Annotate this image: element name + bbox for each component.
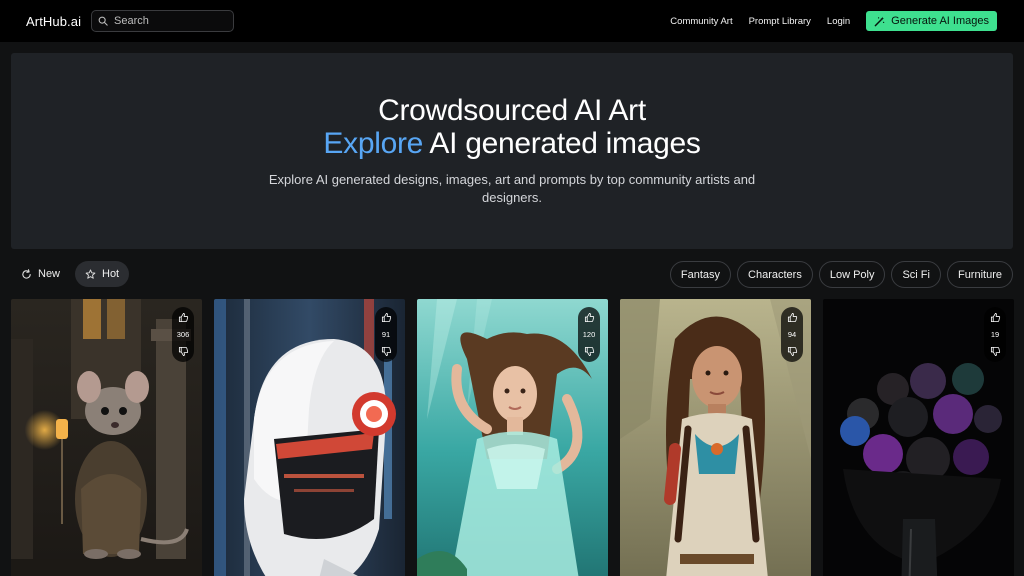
vote-count: 91 [381,330,391,339]
search-box[interactable] [91,10,234,32]
gallery-card[interactable]: 120 [417,299,608,576]
thumbs-up-icon[interactable] [990,312,1001,323]
nav-links: Community Art Prompt Library Login Gener… [670,11,997,31]
hero-title: Crowdsourced AI Art [378,94,646,127]
vote-widget: 91 [375,307,397,362]
thumbs-down-icon[interactable] [381,346,392,357]
top-navbar: ArtHub.ai Community Art Prompt Library L… [0,0,1024,42]
search-icon [98,16,108,26]
hero-banner: Crowdsourced AI Art Explore AI generated… [11,53,1013,249]
magic-wand-icon [874,16,885,26]
generate-ai-images-button[interactable]: Generate AI Images [866,11,997,31]
vote-count: 120 [582,330,596,339]
thumbs-up-icon[interactable] [178,312,189,323]
thumbs-up-icon[interactable] [381,312,392,323]
hero-subtitle: Explore AI generated images [11,127,1013,161]
vote-widget: 306 [172,307,194,362]
thumbs-up-icon[interactable] [787,312,798,323]
hero-subtitle-rest: AI generated images [423,127,701,160]
category-chip-furniture[interactable]: Furniture [946,261,1013,288]
nav-link-prompt-library[interactable]: Prompt Library [749,16,811,27]
search-input[interactable] [114,15,224,27]
nav-link-community-art[interactable]: Community Art [670,16,732,27]
sort-hot-label: Hot [102,268,120,280]
vote-count: 19 [990,330,1000,339]
sort-hot-tab[interactable]: Hot [75,261,130,287]
nav-link-login[interactable]: Login [827,16,850,27]
category-chip-characters[interactable]: Characters [737,261,813,288]
thumbs-down-icon[interactable] [787,346,798,357]
vote-widget: 94 [781,307,803,362]
site-logo[interactable]: ArtHub.ai [26,14,81,29]
category-chip-sci-fi[interactable]: Sci Fi [891,261,941,288]
gallery-card[interactable]: 91 [214,299,405,576]
gallery-card[interactable]: 306 [11,299,202,576]
category-filters: Fantasy Characters Low Poly Sci Fi Furni… [664,261,1013,288]
sort-new-tab[interactable]: New [11,261,70,287]
hero-subtitle-accent: Explore [323,127,424,160]
vote-count: 94 [787,330,797,339]
refresh-icon [22,268,31,279]
hero-description: Explore AI generated designs, images, ar… [268,172,756,205]
sort-new-label: New [38,268,61,280]
gallery-card[interactable]: 94 [620,299,811,576]
thumbs-down-icon[interactable] [584,346,595,357]
thumbs-down-icon[interactable] [990,346,1001,357]
image-gallery: 306 91 120 94 19 [11,299,1014,576]
thumbs-up-icon[interactable] [584,312,595,323]
thumbs-down-icon[interactable] [178,346,189,357]
category-chip-low-poly[interactable]: Low Poly [818,261,886,288]
gallery-card[interactable]: 19 [823,299,1014,576]
vote-widget: 19 [984,307,1006,362]
category-chip-fantasy[interactable]: Fantasy [669,261,732,288]
vote-widget: 120 [578,307,600,362]
generate-button-label: Generate AI Images [891,15,989,27]
star-icon [85,268,96,279]
vote-count: 306 [176,330,190,339]
